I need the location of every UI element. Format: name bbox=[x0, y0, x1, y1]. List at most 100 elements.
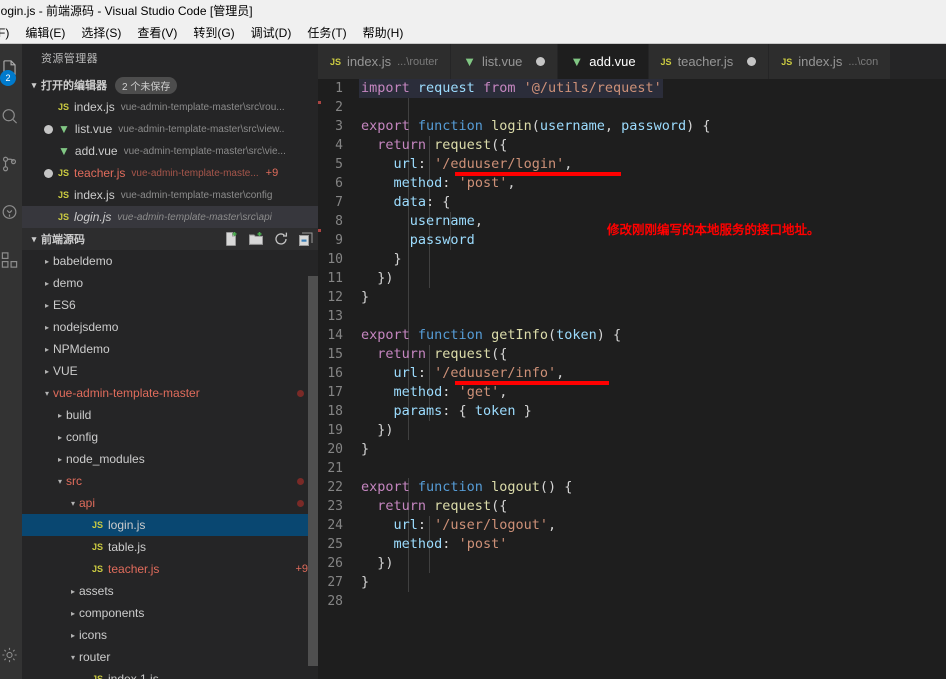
explorer-badge: 2 bbox=[0, 70, 16, 86]
chevron-right-icon: ▸ bbox=[57, 432, 62, 442]
code-token: : bbox=[417, 156, 435, 172]
menu-edit[interactable]: 编辑(E) bbox=[17, 22, 73, 43]
activity-bar: 2 bbox=[0, 44, 22, 679]
editor-tab[interactable]: JS teacher.js bbox=[648, 44, 770, 79]
tree-folder-row[interactable]: ▸ ES6 bbox=[22, 294, 318, 316]
tree-folder-row[interactable]: ▸ NPMdemo bbox=[22, 338, 318, 360]
open-editor-item[interactable]: JS login.js vue-admin-template-master\src\… bbox=[22, 206, 318, 228]
chevron-right-icon: ▸ bbox=[70, 586, 75, 596]
code-token: '@/utils/request' bbox=[523, 80, 662, 96]
open-editors-header[interactable]: ▾ 打开的编辑器 2 个未保存 bbox=[22, 74, 318, 96]
open-editor-item[interactable]: JS teacher.js vue-admin-template-maste... +… bbox=[22, 162, 318, 184]
editor-tab[interactable]: JS index.js ...\con bbox=[769, 44, 892, 79]
collapse-all-icon[interactable] bbox=[298, 231, 314, 247]
tree-file-row[interactable]: JS index 1.js bbox=[22, 668, 318, 679]
tree-folder-row[interactable]: ▸ node_modules bbox=[22, 448, 318, 470]
activity-debug[interactable] bbox=[0, 188, 22, 236]
open-editor-item[interactable]: JS index.js vue-admin-template-master\src\… bbox=[22, 96, 318, 118]
tree-item-label: index 1.js bbox=[108, 672, 159, 679]
tree-folder-row[interactable]: ▸ config bbox=[22, 426, 318, 448]
activity-explorer[interactable]: 2 bbox=[0, 44, 22, 92]
activity-source-control[interactable] bbox=[0, 140, 22, 188]
code-token: export bbox=[361, 479, 418, 495]
tree-folder-row[interactable]: ▸ demo bbox=[22, 272, 318, 294]
open-editor-item[interactable]: ▼ list.vue vue-admin-template-master\src\v… bbox=[22, 118, 318, 140]
code-line: 14 export function getInfo(token) { bbox=[323, 326, 711, 345]
new-folder-icon[interactable] bbox=[248, 231, 264, 247]
chevron-down-icon: ▾ bbox=[70, 498, 75, 508]
activity-extensions[interactable] bbox=[0, 236, 22, 284]
tree-folder-row[interactable]: ▾ api bbox=[22, 492, 318, 514]
editor-tab[interactable]: JS index.js ...\router bbox=[318, 44, 452, 79]
code-token: method bbox=[393, 536, 443, 552]
new-file-icon[interactable] bbox=[223, 231, 239, 247]
tree-folder-row[interactable]: ▸ VUE bbox=[22, 360, 318, 382]
tree-folder-row[interactable]: ▸ build bbox=[22, 404, 318, 426]
open-editor-path: vue-admin-template-maste... bbox=[131, 167, 259, 179]
tab-label: index.js bbox=[347, 54, 392, 69]
refresh-icon[interactable] bbox=[273, 231, 289, 247]
chevron-down-icon: ▾ bbox=[70, 652, 75, 662]
code-text: }) bbox=[361, 421, 393, 440]
tree-folder-row[interactable]: ▸ components bbox=[22, 602, 318, 624]
open-editor-filename: teacher.js bbox=[74, 166, 126, 180]
menu-debug[interactable]: 调试(D) bbox=[243, 22, 300, 43]
chevron-right-icon: ▸ bbox=[44, 256, 49, 266]
tab-label: teacher.js bbox=[677, 54, 734, 69]
dirty-indicator-icon bbox=[44, 124, 53, 134]
code-line: 25 method: 'post' bbox=[323, 535, 711, 554]
code-line: 11 }) bbox=[323, 269, 711, 288]
line-number: 3 bbox=[335, 119, 343, 134]
code-token: url bbox=[393, 365, 418, 381]
code-line: 12} bbox=[323, 288, 711, 307]
js-file-icon: JS bbox=[58, 212, 70, 222]
menu-view[interactable]: 查看(V) bbox=[129, 22, 185, 43]
sidebar-scrollbar[interactable] bbox=[308, 276, 318, 666]
tree-folder-row[interactable]: ▸ nodejsdemo bbox=[22, 316, 318, 338]
open-editor-item[interactable]: ▼ add.vue vue-admin-template-master\src\vi… bbox=[22, 140, 318, 162]
code-token: ({ bbox=[491, 137, 508, 153]
dirty-indicator-icon bbox=[44, 168, 53, 178]
chevron-right-icon: ▸ bbox=[70, 608, 75, 618]
menu-selection[interactable]: 选择(S) bbox=[73, 22, 129, 43]
dirty-indicator-icon[interactable] bbox=[747, 57, 757, 66]
menu-tasks[interactable]: 任务(T) bbox=[299, 22, 354, 43]
code-token: , bbox=[547, 517, 557, 533]
activity-settings[interactable] bbox=[0, 631, 22, 679]
tree-file-row[interactable]: JS table.js bbox=[22, 536, 318, 558]
tree-item-label: ES6 bbox=[53, 298, 76, 312]
tree-item-label: components bbox=[79, 606, 145, 620]
menu-file[interactable]: (F) bbox=[0, 22, 17, 43]
unsaved-badge: 2 个未保存 bbox=[115, 76, 178, 94]
line-number: 6 bbox=[335, 176, 343, 191]
tree-file-row[interactable]: JS login.js bbox=[22, 514, 318, 536]
tree-folder-row[interactable]: ▸ babeldemo bbox=[22, 250, 318, 272]
menu-go[interactable]: 转到(G) bbox=[185, 22, 242, 43]
code-editor[interactable]: 1 import request from '@/utils/request' 2 3… bbox=[318, 79, 946, 679]
tree-folder-row[interactable]: ▾ router bbox=[22, 646, 318, 668]
tree-item-label: build bbox=[66, 408, 92, 422]
activity-search[interactable] bbox=[0, 92, 22, 140]
code-token: export bbox=[361, 327, 418, 343]
project-folder-header[interactable]: ▾ 前端源码 bbox=[22, 228, 318, 250]
open-editor-path: vue-admin-template-master\src\api bbox=[117, 211, 272, 223]
code-line: 21 bbox=[323, 459, 711, 478]
tree-item-label: vue-admin-template-master bbox=[53, 386, 200, 400]
tab-description: ...\con bbox=[848, 55, 879, 68]
tree-folder-row[interactable]: ▾ vue-admin-template-master bbox=[22, 382, 318, 404]
code-token: token bbox=[474, 403, 516, 419]
code-token: from bbox=[474, 80, 524, 96]
code-token: , bbox=[474, 213, 483, 229]
tree-folder-row[interactable]: ▾ src bbox=[22, 470, 318, 492]
dirty-indicator-icon[interactable] bbox=[536, 57, 546, 66]
menu-help[interactable]: 帮助(H) bbox=[355, 22, 412, 43]
open-editor-item[interactable]: JS index.js vue-admin-template-master\conf… bbox=[22, 184, 318, 206]
tree-folder-row[interactable]: ▸ assets bbox=[22, 580, 318, 602]
editor-tab[interactable]: ▼ add.vue bbox=[558, 44, 649, 79]
tree-folder-row[interactable]: ▸ icons bbox=[22, 624, 318, 646]
tree-file-row[interactable]: JS teacher.js +9 bbox=[22, 558, 318, 580]
line-number: 2 bbox=[335, 100, 343, 115]
line-number: 5 bbox=[335, 157, 343, 172]
editor-tab[interactable]: ▼ list.vue bbox=[451, 44, 559, 79]
